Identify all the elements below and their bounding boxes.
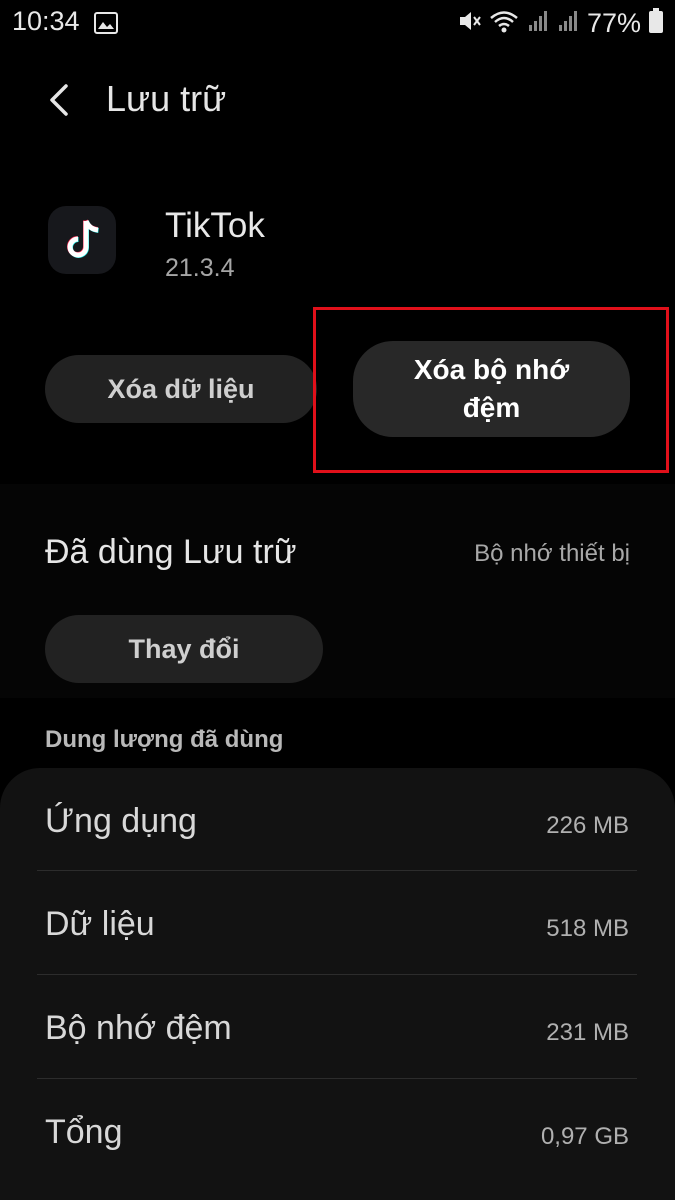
usage-row-label: Bộ nhớ đệm [45, 1009, 232, 1047]
status-icons: 77% [457, 8, 663, 39]
wifi-icon [489, 8, 519, 39]
signal-icon [527, 9, 549, 38]
battery-percent: 77% [586, 8, 641, 38]
storage-used-label: Đã dùng Lưu trữ [45, 533, 297, 571]
app-bar: Lưu trữ [0, 60, 675, 140]
change-storage-button[interactable]: Thay đổi [45, 615, 323, 683]
divider [37, 974, 637, 975]
usage-row-value: 0,97 GB [540, 1123, 629, 1150]
usage-row-app: Ứng dụng 226 MB [37, 770, 637, 873]
mute-icon [457, 8, 481, 39]
app-version: 21.3.4 [165, 254, 235, 282]
image-icon [94, 12, 118, 39]
usage-row-label: Dữ liệu [45, 905, 155, 943]
usage-row-label: Tổng [45, 1113, 123, 1151]
status-time: 10:34 [12, 6, 80, 36]
status-bar: 10:34 77% [0, 0, 675, 46]
clear-data-button[interactable]: Xóa dữ liệu [45, 355, 317, 423]
back-icon[interactable] [40, 78, 84, 122]
usage-row-cache: Bộ nhớ đệm 231 MB [37, 977, 637, 1080]
usage-row-total: Tổng 0,97 GB [37, 1081, 637, 1184]
divider [37, 1078, 637, 1079]
page-title: Lưu trữ [106, 78, 227, 119]
signal-icon [557, 9, 579, 38]
usage-row-value: 518 MB [546, 915, 629, 942]
usage-row-value: 231 MB [546, 1019, 629, 1046]
battery-icon [649, 8, 663, 39]
storage-location-value: Bộ nhớ thiết bị [474, 540, 630, 567]
app-name: TikTok [165, 206, 265, 245]
usage-row-label: Ứng dụng [45, 802, 197, 840]
highlight-box [313, 307, 669, 473]
usage-section-header: Dung lượng đã dùng [45, 726, 284, 753]
divider [37, 870, 637, 871]
usage-row-value: 226 MB [546, 812, 629, 839]
usage-row-data: Dữ liệu 518 MB [37, 873, 637, 976]
tiktok-app-icon [48, 206, 116, 274]
